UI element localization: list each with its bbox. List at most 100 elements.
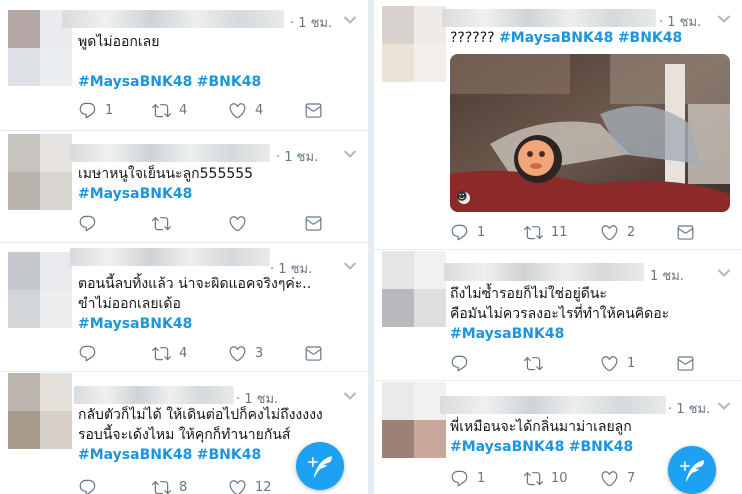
chevron-down-icon[interactable] [343, 149, 357, 159]
heart-icon [600, 469, 619, 488]
like-button[interactable]: 4 [228, 100, 263, 120]
retweet-button[interactable] [524, 353, 551, 373]
chevron-down-icon[interactable] [717, 401, 731, 411]
reply-button[interactable] [78, 213, 105, 233]
tweet-hashtags: #MaysaBNK48 [450, 324, 564, 344]
retweet-count: 4 [179, 102, 188, 118]
retweet-icon [152, 101, 171, 120]
tweet-card[interactable]: · 1 ชม. เมษาหนูใจเย็นนะลูก555555 #MaysaB… [0, 132, 368, 243]
media-badge: ☻ [456, 190, 468, 203]
retweet-icon [524, 469, 543, 488]
like-button[interactable]: 2 [600, 222, 635, 242]
tweet-actions: 1 [450, 353, 700, 373]
retweet-icon [524, 354, 543, 373]
reply-icon [450, 354, 469, 373]
author-name[interactable] [444, 263, 644, 281]
tweet-hashtags: #MaysaBNK48 #BNK48 [450, 437, 633, 457]
reply-button[interactable] [78, 343, 105, 363]
tweet-card[interactable]: · 1 ชม. พูดไม่ออกเลย #MaysaBNK48 #BNK48 … [0, 0, 368, 131]
tweet-media-video[interactable]: ☻ [450, 54, 730, 212]
avatar[interactable] [382, 6, 446, 82]
reply-button[interactable]: 1 [450, 222, 485, 242]
author-name[interactable] [440, 396, 666, 414]
reply-icon [78, 101, 97, 120]
heart-icon [600, 223, 619, 242]
direct-message-button[interactable] [676, 353, 695, 373]
timeline-right: · 1 ชม. ?????? #MaysaBNK48 #BNK48 ☻ 1 11… [374, 0, 742, 494]
timeline-left: · 1 ชม. พูดไม่ออกเลย #MaysaBNK48 #BNK48 … [0, 0, 368, 494]
avatar[interactable] [8, 252, 72, 328]
reply-button[interactable]: 1 [78, 100, 113, 120]
reply-icon [450, 469, 469, 488]
message-icon [676, 223, 695, 242]
retweet-button[interactable]: 11 [524, 222, 568, 242]
direct-message-button[interactable] [304, 100, 323, 120]
message-icon [304, 101, 323, 120]
tweet-actions: 4 3 [78, 343, 328, 363]
compose-tweet-button[interactable] [296, 442, 344, 490]
retweet-button[interactable] [152, 213, 179, 233]
reply-button[interactable] [450, 353, 477, 373]
reply-button[interactable]: 1 [450, 468, 485, 488]
like-button[interactable]: 1 [600, 353, 635, 373]
chevron-down-icon[interactable] [717, 14, 731, 24]
tweet-card[interactable]: 1 ชม. ถึงไม่ซ้ำรอยก็ไม่ใช่อยู่ดีนะ คือมั… [374, 251, 742, 381]
chevron-down-icon[interactable] [717, 268, 731, 278]
direct-message-button[interactable] [304, 343, 323, 363]
hashtag-link[interactable]: #BNK48 [197, 74, 261, 90]
retweet-button[interactable]: 10 [524, 468, 568, 488]
author-name[interactable] [74, 386, 234, 404]
author-name[interactable] [62, 10, 284, 28]
hashtag-link[interactable]: #MaysaBNK48 [450, 439, 564, 455]
hashtag-link[interactable]: #MaysaBNK48 [499, 30, 613, 46]
tweet-text: รอบนี้จะเด้งไหม ให้คุกก็ทำนายกันส์ [78, 427, 291, 443]
author-name[interactable] [70, 248, 270, 266]
hashtag-link[interactable]: #MaysaBNK48 [78, 74, 192, 90]
avatar[interactable] [382, 382, 446, 458]
tweet-actions: 1 11 2 [450, 222, 700, 242]
retweet-button[interactable]: 4 [152, 100, 187, 120]
like-button[interactable]: 3 [228, 343, 263, 363]
tweet-timestamp[interactable]: 1 ชม. [650, 265, 684, 286]
tweet-timestamp[interactable]: · 1 ชม. [276, 146, 318, 167]
author-name[interactable] [70, 144, 270, 162]
compose-tweet-icon [680, 458, 704, 482]
hashtag-link[interactable]: #BNK48 [618, 30, 682, 46]
like-button[interactable] [228, 213, 255, 233]
reply-button[interactable] [78, 477, 105, 494]
hashtag-link[interactable]: #MaysaBNK48 [78, 447, 192, 463]
hashtag-link[interactable]: #BNK48 [197, 447, 261, 463]
retweet-icon [524, 223, 543, 242]
hashtag-link[interactable]: #BNK48 [569, 439, 633, 455]
chevron-down-icon[interactable] [343, 391, 357, 401]
tweet-text: ?????? #MaysaBNK48 #BNK48 [450, 28, 682, 48]
like-button[interactable]: 12 [228, 477, 272, 494]
hashtag-link[interactable]: #MaysaBNK48 [78, 316, 192, 332]
retweet-button[interactable]: 8 [152, 477, 187, 494]
like-button[interactable]: 7 [600, 468, 635, 488]
author-name[interactable] [442, 9, 656, 27]
retweet-button[interactable]: 4 [152, 343, 187, 363]
direct-message-button[interactable] [676, 222, 695, 242]
tweet-card[interactable]: · 1 ชม. ?????? #MaysaBNK48 #BNK48 ☻ 1 11… [374, 0, 742, 250]
reply-count: 1 [105, 102, 114, 118]
retweet-icon [152, 344, 171, 363]
tweet-hashtags: #MaysaBNK48 [78, 184, 192, 204]
tweet-timestamp[interactable]: · 1 ชม. [290, 12, 332, 33]
direct-message-button[interactable] [304, 213, 323, 233]
tweet-text: ถึงไม่ซ้ำรอยก็ไม่ใช่อยู่ดีนะ [450, 286, 607, 302]
chevron-down-icon[interactable] [343, 261, 357, 271]
retweet-count: 4 [179, 345, 188, 361]
chevron-down-icon[interactable] [343, 15, 357, 25]
compose-tweet-button[interactable] [668, 446, 716, 494]
avatar[interactable] [382, 251, 446, 327]
hashtag-link[interactable]: #MaysaBNK48 [78, 186, 192, 202]
avatar[interactable] [8, 373, 72, 449]
tweet-timestamp[interactable]: · 1 ชม. [668, 398, 710, 419]
avatar[interactable] [8, 134, 72, 210]
tweet-card[interactable]: · 1 ชม. ตอนนี้ลบทิ้งแล้ว น่าจะผิดแอคจริง… [0, 244, 368, 372]
message-icon [304, 214, 323, 233]
heart-icon [228, 214, 247, 233]
message-icon [304, 344, 323, 363]
hashtag-link[interactable]: #MaysaBNK48 [450, 326, 564, 342]
